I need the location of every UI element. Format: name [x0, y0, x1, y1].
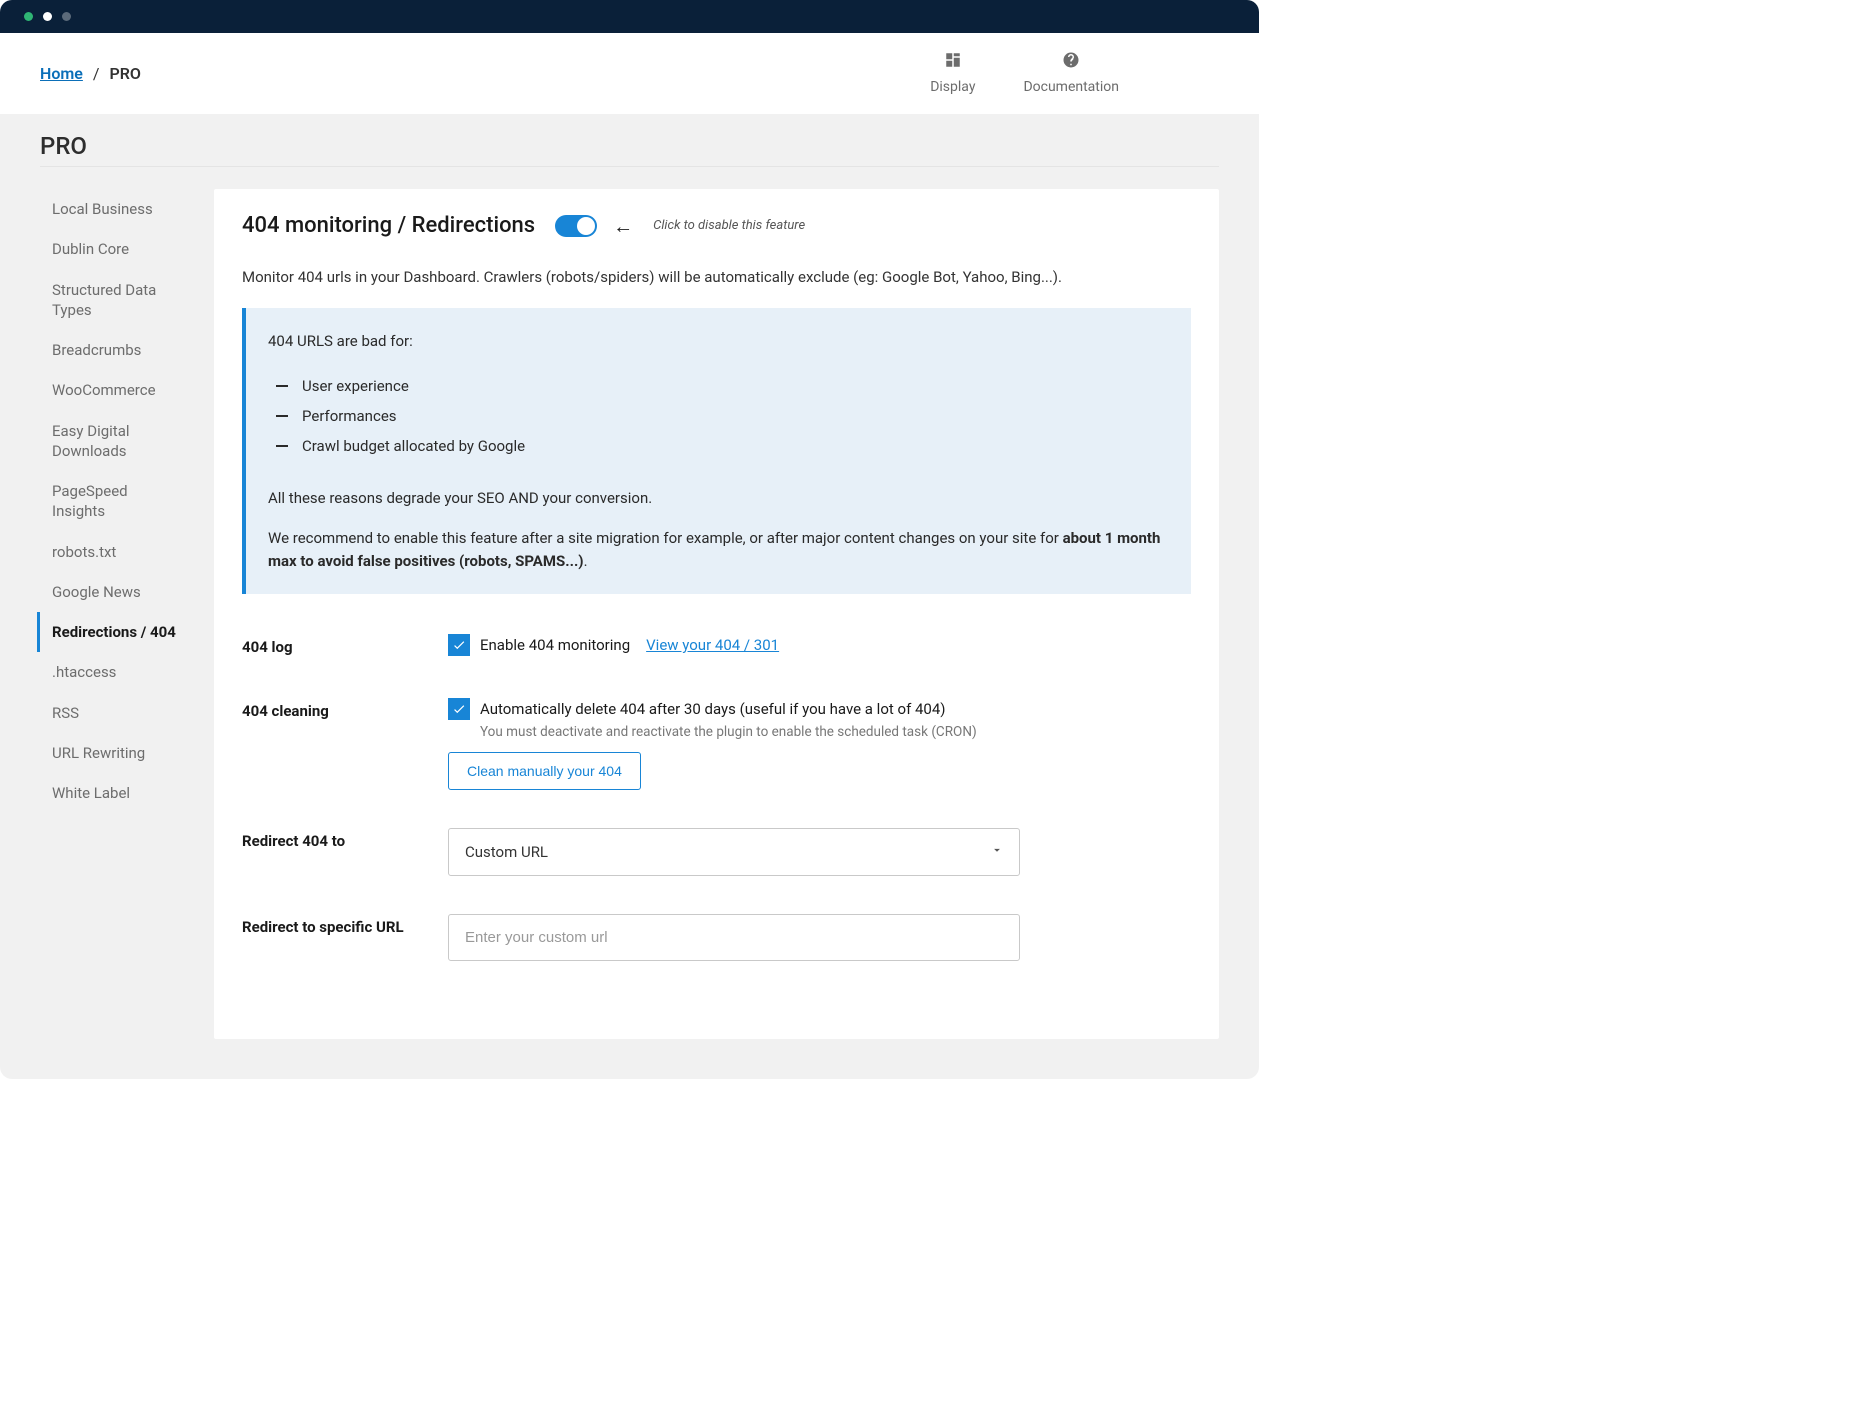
row-specific-url-label: Redirect to specific URL [242, 914, 448, 936]
callout-lead: 404 URLS are bad for: [268, 330, 1169, 353]
traffic-light-minimize[interactable] [43, 12, 52, 21]
row-404-cleaning-label: 404 cleaning [242, 698, 448, 720]
sidebar-item[interactable]: PageSpeed Insights [40, 471, 190, 532]
sidebar-item[interactable]: URL Rewriting [40, 733, 190, 773]
row-redirect-to-label: Redirect 404 to [242, 828, 448, 850]
sidebar-item[interactable]: robots.txt [40, 532, 190, 572]
redirect-404-select[interactable]: Custom URL [448, 828, 1020, 876]
display-button[interactable]: Display [930, 51, 975, 95]
view-404-link[interactable]: View your 404 / 301 [646, 636, 779, 654]
callout-list-item: User experience [276, 371, 1169, 401]
auto-delete-404-label: Automatically delete 404 after 30 days (… [480, 700, 946, 718]
traffic-light-zoom[interactable] [62, 12, 71, 21]
auto-delete-404-checkbox[interactable] [448, 698, 470, 720]
callout-line3: We recommend to enable this feature afte… [268, 527, 1169, 572]
breadcrumb-home-link[interactable]: Home [40, 64, 83, 83]
info-callout: 404 URLS are bad for: User experiencePer… [242, 308, 1191, 594]
callout-list-item: Crawl budget allocated by Google [276, 431, 1169, 461]
display-label: Display [930, 79, 975, 95]
sidebar-item[interactable]: Structured Data Types [40, 270, 190, 331]
cron-helper-text: You must deactivate and reactivate the p… [480, 724, 1191, 740]
settings-sidebar: Local BusinessDublin CoreStructured Data… [40, 189, 190, 813]
sidebar-item[interactable]: White Label [40, 773, 190, 813]
check-icon [452, 702, 466, 716]
callout-list-item: Performances [276, 401, 1169, 431]
sidebar-item[interactable]: Dublin Core [40, 229, 190, 269]
sidebar-item[interactable]: .htaccess [40, 652, 190, 692]
sidebar-item[interactable]: RSS [40, 693, 190, 733]
breadcrumb: Home / PRO [40, 64, 141, 83]
settings-panel: 404 monitoring / Redirections ← Click to… [214, 189, 1219, 1039]
arrow-left-icon: ← [613, 216, 633, 236]
clean-manually-button[interactable]: Clean manually your 404 [448, 752, 641, 790]
custom-url-input[interactable] [448, 914, 1020, 961]
sidebar-item[interactable]: Easy Digital Downloads [40, 411, 190, 472]
feature-toggle[interactable] [555, 215, 597, 237]
page-title: PRO [40, 132, 1219, 160]
enable-404-monitoring-checkbox[interactable] [448, 634, 470, 656]
check-icon [452, 638, 466, 652]
documentation-button[interactable]: Documentation [1023, 51, 1119, 95]
sidebar-item[interactable]: Google News [40, 572, 190, 612]
sidebar-item[interactable]: Local Business [40, 189, 190, 229]
callout-line2: All these reasons degrade your SEO AND y… [268, 487, 1169, 510]
breadcrumb-separator: / [93, 64, 100, 83]
documentation-label: Documentation [1023, 79, 1119, 95]
panel-intro: Monitor 404 urls in your Dashboard. Craw… [242, 268, 1191, 286]
help-icon [1062, 51, 1080, 73]
traffic-light-close[interactable] [24, 12, 33, 21]
sidebar-item[interactable]: Redirections / 404 [37, 612, 190, 652]
enable-404-monitoring-label: Enable 404 monitoring [480, 636, 630, 654]
layout-icon [944, 51, 962, 73]
sidebar-item[interactable]: Breadcrumbs [40, 330, 190, 370]
row-404-log-label: 404 log [242, 634, 448, 656]
sidebar-item[interactable]: WooCommerce [40, 370, 190, 410]
panel-heading: 404 monitoring / Redirections [242, 213, 535, 238]
toggle-hint: Click to disable this feature [653, 218, 805, 233]
breadcrumb-current: PRO [110, 64, 141, 83]
window-titlebar [0, 0, 1259, 33]
toggle-knob [577, 217, 595, 235]
